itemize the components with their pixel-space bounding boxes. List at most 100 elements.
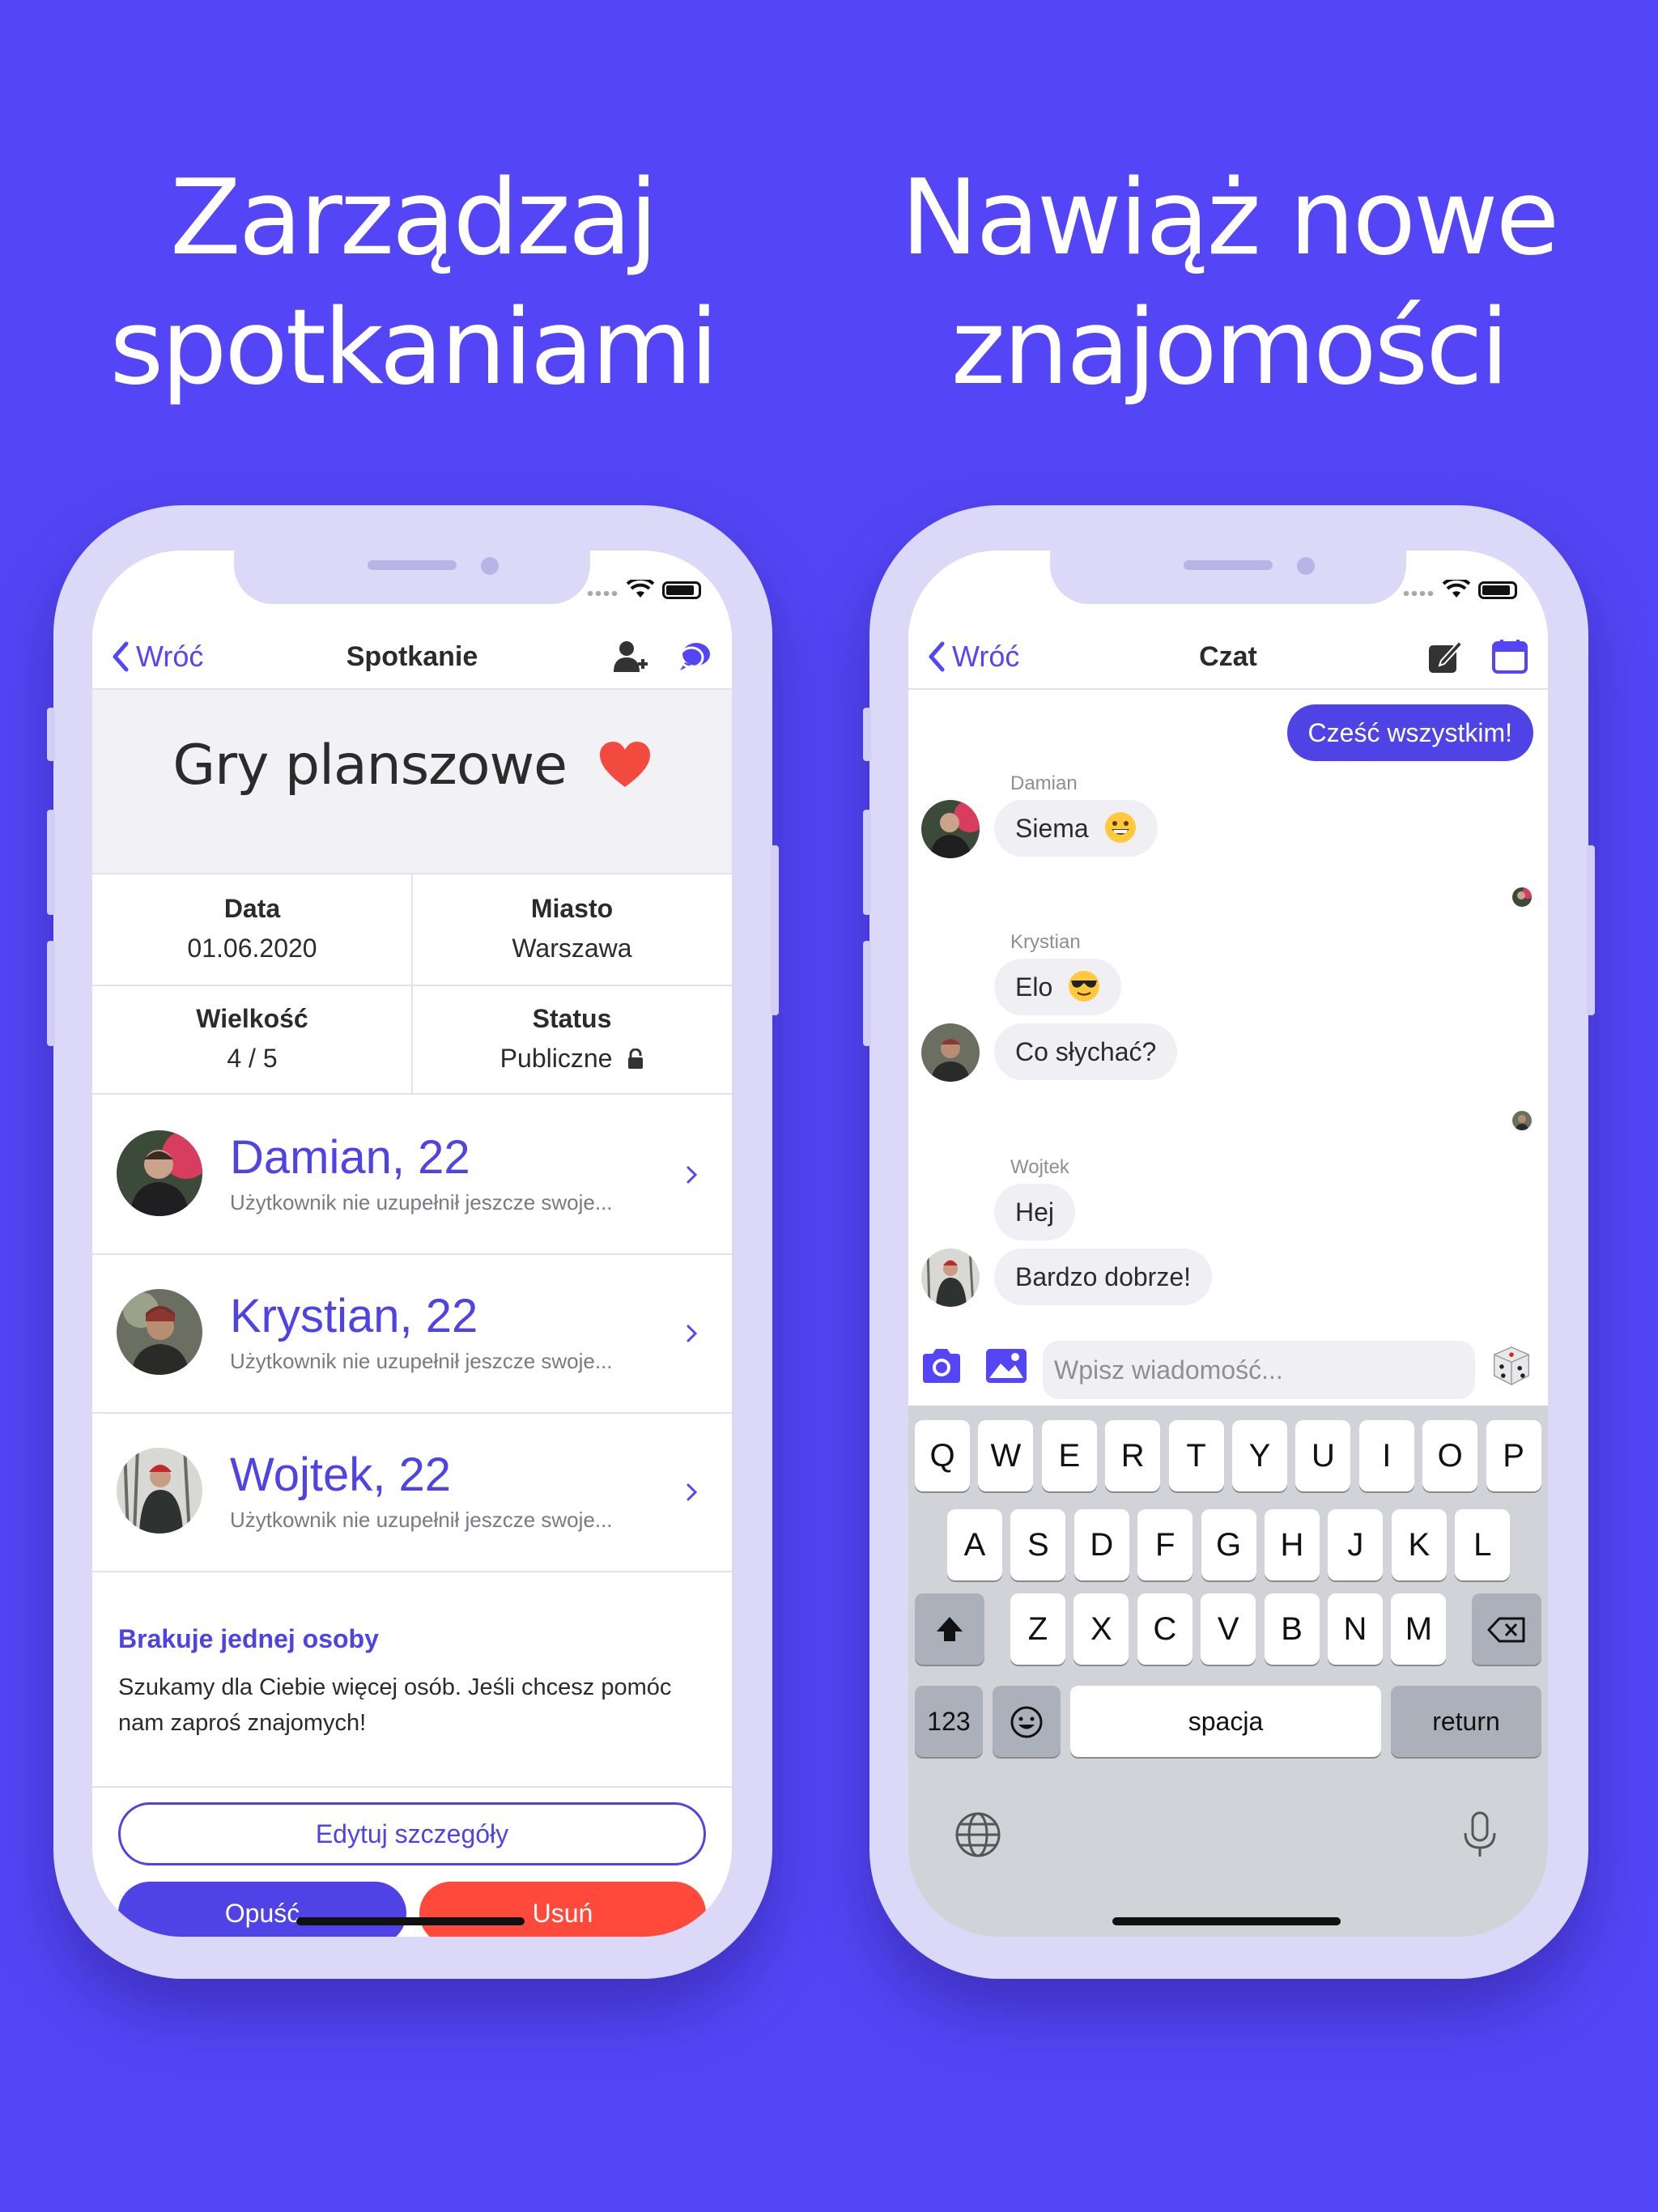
incoming-message: Siema bbox=[994, 800, 1158, 857]
key-c[interactable]: C bbox=[1137, 1593, 1192, 1665]
signal-icon bbox=[586, 591, 619, 596]
notch bbox=[1050, 551, 1406, 604]
notch bbox=[234, 551, 590, 604]
message-list[interactable]: Cześć wszystkim! Damian Siema Krystian E… bbox=[908, 690, 1548, 1328]
info-size: Wielkość 4 / 5 bbox=[92, 985, 412, 1095]
read-receipt-avatar bbox=[1512, 1111, 1532, 1130]
status-bar bbox=[586, 580, 708, 601]
member-description: Użytkownik nie uzupełnił jeszcze swoje..… bbox=[230, 1349, 613, 1373]
heart-icon bbox=[599, 742, 650, 787]
key-g[interactable]: G bbox=[1201, 1509, 1256, 1580]
info-city: Miasto Warszawa bbox=[412, 874, 732, 985]
key-z[interactable]: Z bbox=[1010, 1593, 1065, 1665]
image-icon[interactable] bbox=[984, 1346, 1028, 1386]
microphone-icon[interactable] bbox=[1456, 1810, 1504, 1859]
chevron-right-icon bbox=[687, 1325, 698, 1342]
event-title: Gry planszowe bbox=[92, 734, 732, 798]
chat-bubbles-icon[interactable] bbox=[675, 638, 712, 675]
volume-down-button bbox=[863, 941, 871, 1046]
incoming-message: Co słychać? bbox=[994, 1023, 1178, 1080]
key-e[interactable]: E bbox=[1041, 1420, 1097, 1491]
info-status: Status Publiczne bbox=[412, 985, 732, 1095]
member-name: Wojtek, 22 bbox=[230, 1448, 451, 1501]
key-o[interactable]: O bbox=[1422, 1420, 1478, 1491]
numbers-key[interactable]: 123 bbox=[915, 1686, 983, 1757]
info-value: 01.06.2020 bbox=[187, 934, 317, 963]
key-r[interactable]: R bbox=[1105, 1420, 1161, 1491]
space-key[interactable]: spacja bbox=[1070, 1686, 1381, 1757]
key-i[interactable]: I bbox=[1358, 1420, 1414, 1491]
key-s[interactable]: S bbox=[1010, 1509, 1066, 1580]
key-l[interactable]: L bbox=[1455, 1509, 1511, 1580]
backspace-icon bbox=[1487, 1617, 1525, 1643]
wifi-icon bbox=[627, 580, 654, 598]
key-x[interactable]: X bbox=[1073, 1593, 1129, 1665]
calendar-icon[interactable] bbox=[1491, 638, 1528, 675]
grinning-emoji-icon bbox=[1104, 812, 1136, 843]
key-w[interactable]: W bbox=[978, 1420, 1034, 1491]
key-b[interactable]: B bbox=[1264, 1593, 1320, 1665]
read-receipt-avatar bbox=[1512, 887, 1532, 907]
volume-up-button bbox=[863, 810, 871, 915]
member-row-damian[interactable]: Damian, 22 Użytkownik nie uzupełnił jesz… bbox=[92, 1096, 732, 1255]
avatar bbox=[117, 1289, 202, 1375]
message-text: Siema bbox=[1015, 814, 1089, 843]
avatar bbox=[117, 1130, 202, 1216]
dice-icon[interactable] bbox=[1490, 1346, 1533, 1386]
remove-button[interactable]: Usuń bbox=[419, 1882, 706, 1937]
avatar bbox=[921, 1249, 980, 1307]
compose-icon[interactable] bbox=[1426, 638, 1464, 675]
volume-up-button bbox=[47, 810, 55, 915]
key-n[interactable]: N bbox=[1328, 1593, 1383, 1665]
key-k[interactable]: K bbox=[1391, 1509, 1447, 1580]
key-d[interactable]: D bbox=[1073, 1509, 1129, 1580]
return-key[interactable]: return bbox=[1391, 1686, 1541, 1757]
headline-left-line1: Zarządzaj bbox=[170, 158, 658, 279]
meeting-info-grid: Data 01.06.2020 Miasto Warszawa Wielkość… bbox=[92, 874, 732, 1095]
volume-down-button bbox=[47, 941, 55, 1046]
key-t[interactable]: T bbox=[1168, 1420, 1224, 1491]
emoji-icon bbox=[1010, 1706, 1043, 1738]
key-p[interactable]: P bbox=[1486, 1420, 1541, 1491]
home-indicator[interactable] bbox=[296, 1917, 525, 1925]
info-label: Wielkość bbox=[196, 1004, 308, 1033]
key-y[interactable]: Y bbox=[1232, 1420, 1287, 1491]
leave-button[interactable]: Opuść bbox=[118, 1882, 406, 1937]
key-u[interactable]: U bbox=[1295, 1420, 1351, 1491]
keyboard: QWERTYUIOP ASDFGHJKL ZXCVBNM 123 spacja … bbox=[908, 1406, 1548, 1937]
headline-right-line2: znajomości bbox=[950, 287, 1509, 408]
backspace-key[interactable] bbox=[1472, 1593, 1541, 1665]
key-a[interactable]: A bbox=[947, 1509, 1002, 1580]
sender-name: Krystian bbox=[1010, 931, 1081, 953]
navbar: Wróć Spotkanie bbox=[92, 623, 732, 690]
status-bar bbox=[1402, 580, 1524, 601]
grid-divider bbox=[92, 985, 732, 986]
incoming-message: Bardzo dobrze! bbox=[994, 1249, 1213, 1305]
member-name: Damian, 22 bbox=[230, 1131, 470, 1184]
key-h[interactable]: H bbox=[1265, 1509, 1320, 1580]
key-m[interactable]: M bbox=[1391, 1593, 1447, 1665]
key-q[interactable]: Q bbox=[915, 1420, 970, 1491]
message-input[interactable] bbox=[1043, 1341, 1475, 1399]
chat-screen: Wróć Czat Cześć wszystkim! Damian Siema bbox=[908, 551, 1548, 1937]
sunglasses-emoji-icon bbox=[1069, 971, 1100, 1002]
camera-icon[interactable] bbox=[920, 1346, 963, 1386]
phone-frame-meeting: Wróć Spotkanie Gry planszowe Data 01.06.… bbox=[47, 505, 779, 1979]
globe-icon[interactable] bbox=[954, 1810, 1002, 1859]
outgoing-message: Cześć wszystkim! bbox=[1286, 704, 1533, 761]
wifi-icon bbox=[1443, 580, 1470, 598]
mute-switch bbox=[47, 708, 55, 761]
home-indicator[interactable] bbox=[1112, 1917, 1341, 1925]
event-title-text: Gry planszowe bbox=[172, 734, 568, 798]
member-row-wojtek[interactable]: Wojtek, 22 Użytkownik nie uzupełnił jesz… bbox=[92, 1414, 732, 1572]
info-value: 4 / 5 bbox=[227, 1044, 278, 1073]
key-j[interactable]: J bbox=[1328, 1509, 1384, 1580]
phone-frame-chat: Wróć Czat Cześć wszystkim! Damian Siema bbox=[863, 505, 1595, 1979]
member-row-krystian[interactable]: Krystian, 22 Użytkownik nie uzupełnił je… bbox=[92, 1255, 732, 1414]
key-v[interactable]: V bbox=[1201, 1593, 1256, 1665]
key-f[interactable]: F bbox=[1137, 1509, 1193, 1580]
edit-details-button[interactable]: Edytuj szczegóły bbox=[118, 1802, 706, 1865]
emoji-key[interactable] bbox=[993, 1686, 1061, 1757]
shift-key[interactable] bbox=[915, 1593, 984, 1665]
add-person-icon[interactable] bbox=[612, 638, 649, 675]
